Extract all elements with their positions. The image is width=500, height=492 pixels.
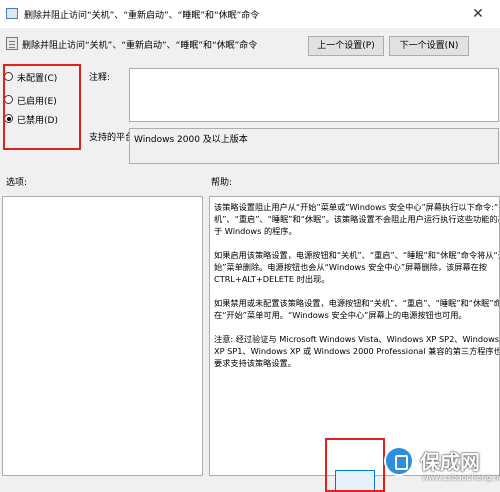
- highlight-frame-options: [3, 64, 81, 150]
- help-label: 帮助:: [211, 178, 233, 188]
- help-pane[interactable]: 该策略设置阻止用户从“开始”菜单或“Windows 安全中心”屏幕执行以下命令:…: [209, 196, 500, 476]
- close-icon[interactable]: ✕: [468, 4, 488, 24]
- options-pane: [2, 196, 203, 476]
- watermark-url: www.zsbaocheng.net: [422, 473, 500, 482]
- comment-label: 注释:: [89, 73, 111, 83]
- watermark-logo-icon: [384, 446, 414, 476]
- comment-textarea[interactable]: [129, 68, 499, 122]
- options-label: 选项:: [6, 178, 28, 188]
- highlight-frame-ok: [325, 438, 385, 492]
- watermark-title: 保成网: [420, 450, 480, 474]
- help-paragraph: 如果启用该策略设置，电源按钮和“关机”、“重启”、“睡眠”和“休眠”命令将从“开…: [214, 250, 500, 284]
- app-icon: [6, 8, 18, 19]
- title-bar: 删除并阻止访问“关机”、“重新启动”、“睡眠”和“休眠”命令 ✕: [0, 0, 500, 28]
- policy-name: 删除并阻止访问“关机”、“重新启动”、“睡眠”和“休眠”命令: [22, 41, 258, 51]
- supported-platform-value: Windows 2000 及以上版本: [129, 128, 499, 164]
- watermark: 保成网 www.zsbaocheng.net: [380, 440, 500, 492]
- help-paragraph: 注意: 经过验证与 Microsoft Windows Vista、Window…: [214, 334, 500, 368]
- previous-setting-button[interactable]: 上一个设置(P): [308, 36, 384, 56]
- policy-setting-icon: [6, 37, 18, 50]
- help-paragraph: 如果禁用或未配置该策略设置，电源按钮和“关机”、“重启”、“睡眠”和“休眠”命令…: [214, 298, 500, 320]
- help-paragraph: 该策略设置阻止用户从“开始”菜单或“Windows 安全中心”屏幕执行以下命令:…: [214, 202, 500, 236]
- window-title: 删除并阻止访问“关机”、“重新启动”、“睡眠”和“休眠”命令: [24, 11, 260, 21]
- next-setting-button[interactable]: 下一个设置(N): [389, 36, 469, 56]
